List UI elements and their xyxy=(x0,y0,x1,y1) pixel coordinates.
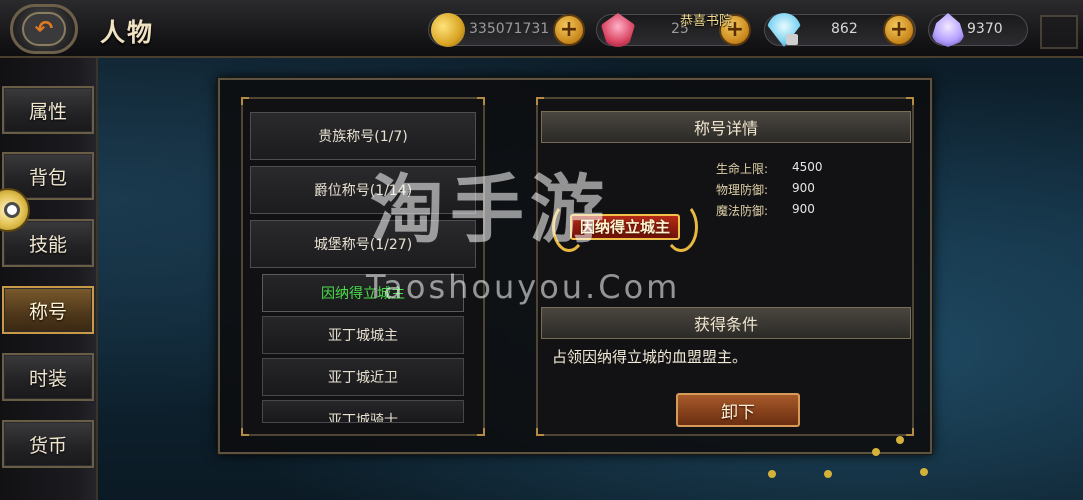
stat-label-pdef: 物理防御: xyxy=(716,183,769,197)
title-item[interactable]: 亚丁城城主 xyxy=(262,316,464,354)
sidebar-item-fashion[interactable]: 时装 xyxy=(2,353,94,401)
condition-text: 占领因纳得立城的血盟盟主。 xyxy=(552,348,748,366)
stat-label-hp: 生命上限: xyxy=(716,162,769,176)
gold-counter: 335071731 + xyxy=(426,8,585,52)
sidebar-item-attributes[interactable]: 属性 xyxy=(2,86,94,134)
stat-label-mdef: 魔法防御: xyxy=(716,204,769,218)
coin-icon xyxy=(426,8,470,52)
watermark: 淘手游 xyxy=(370,167,610,253)
back-button[interactable]: ↶ xyxy=(10,4,78,54)
decorative-flowers xyxy=(760,430,1080,500)
stat-value-mdef: 900 xyxy=(792,202,815,216)
stat-value-pdef: 900 xyxy=(792,181,815,195)
menu-icon[interactable] xyxy=(1040,15,1078,49)
gold-value: 335071731 xyxy=(469,21,550,37)
add-diamond-button[interactable]: + xyxy=(883,14,915,46)
diamond-value: 862 xyxy=(831,21,858,37)
top-bar: ↶ 人物 335071731 + 25 + 恭喜书院 862 + 9370 xyxy=(0,0,1083,58)
condition-header: 获得条件 xyxy=(541,307,911,339)
crystal-value: 9370 xyxy=(967,21,1003,37)
page-title: 人物 xyxy=(100,18,155,47)
announcement-text: 恭喜书院 xyxy=(680,14,733,29)
stat-value-hp: 4500 xyxy=(792,160,823,174)
title-detail-panel xyxy=(536,97,914,436)
ruby-icon xyxy=(601,13,635,47)
add-gold-button[interactable]: + xyxy=(553,14,585,46)
sidebar-item-currency[interactable]: 货币 xyxy=(2,420,94,468)
title-item[interactable]: 亚丁城近卫 xyxy=(262,358,464,396)
unequip-button[interactable]: 卸下 xyxy=(676,393,800,427)
back-arrow-icon: ↶ xyxy=(22,12,66,46)
lock-icon xyxy=(786,34,798,45)
title-item[interactable]: 亚丁城骑士 xyxy=(262,400,464,423)
detail-header: 称号详情 xyxy=(541,111,911,143)
sidebar-item-titles[interactable]: 称号 xyxy=(2,286,94,334)
crystal-counter: 9370 xyxy=(928,13,1028,47)
crystal-icon xyxy=(931,13,965,47)
watermark-url: Taoshouyou.Com xyxy=(366,268,681,306)
